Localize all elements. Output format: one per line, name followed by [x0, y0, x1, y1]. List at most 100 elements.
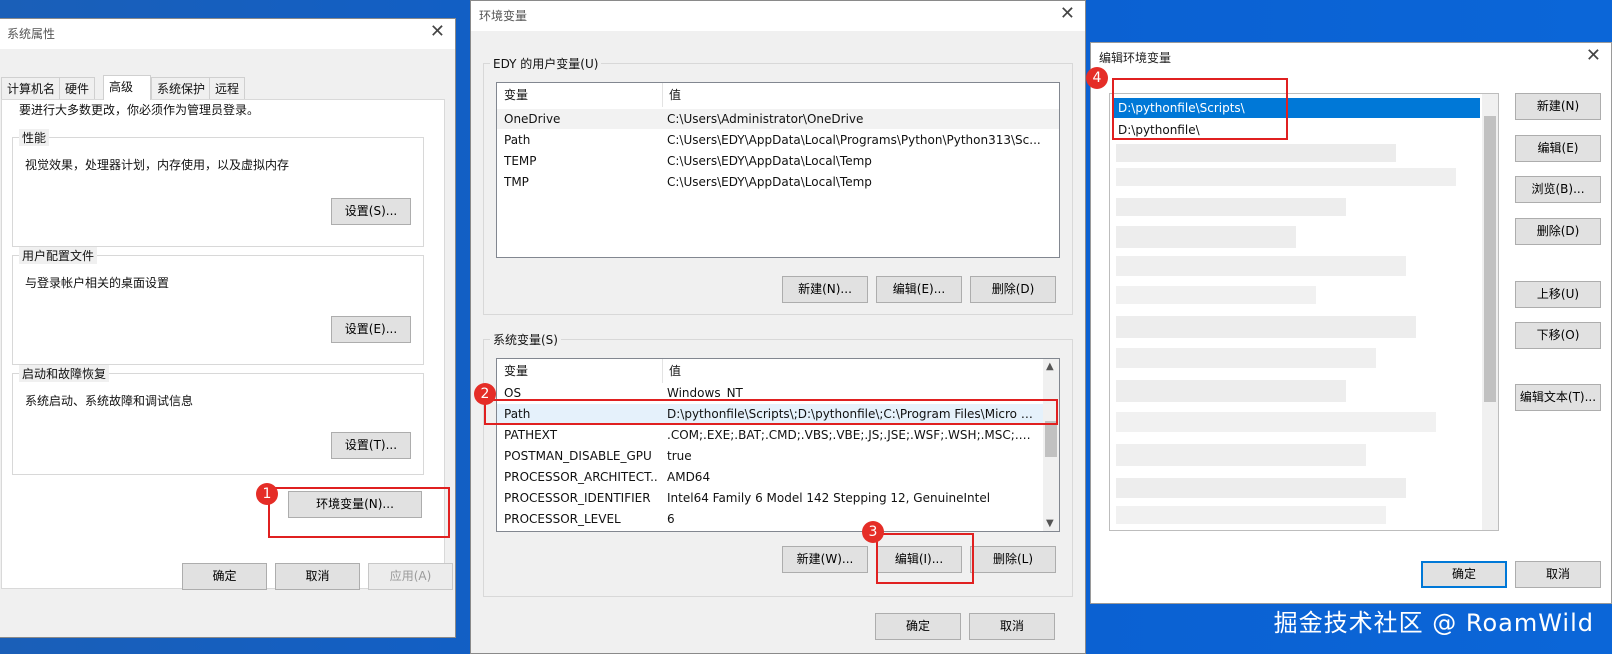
new-button[interactable]: 新建(N)	[1515, 93, 1601, 120]
annotation-badge-4: 4	[1086, 67, 1108, 89]
variable-value: C:\Users\EDY\AppData\Local\Temp	[667, 175, 872, 189]
cancel-button[interactable]: 取消	[1515, 561, 1601, 588]
list-item[interactable]: PATHEXT .COM;.EXE;.BAT;.CMD;.VBS;.VBE;.J…	[497, 425, 1043, 445]
user-variables-legend: EDY 的用户变量(U)	[490, 55, 602, 72]
user-profile-settings-button[interactable]: 设置(E)...	[331, 316, 411, 343]
title-bar: 编辑环境变量 ✕	[1091, 43, 1611, 73]
path-entries-list[interactable]: D:\pythonfile\Scripts\ D:\pythonfile\	[1109, 93, 1499, 531]
list-item[interactable]: OneDrive C:\Users\Administrator\OneDrive	[497, 109, 1059, 129]
performance-settings-button[interactable]: 设置(S)...	[331, 198, 411, 225]
column-header-variable[interactable]: 变量	[504, 83, 528, 107]
close-icon[interactable]: ✕	[1060, 3, 1075, 24]
tab-hardware[interactable]: 硬件	[59, 77, 96, 99]
variable-name: PROCESSOR_IDENTIFIER	[504, 491, 651, 505]
blurred-entry	[1116, 198, 1346, 216]
variable-name: TMP	[504, 175, 529, 189]
edit-button[interactable]: 编辑(E)	[1515, 135, 1601, 162]
delete-button[interactable]: 删除(D)	[1515, 218, 1601, 245]
title-bar: 环境变量 ✕	[471, 1, 1085, 31]
variable-name: OneDrive	[504, 112, 561, 126]
variable-name: PROCESSOR_LEVEL	[504, 512, 621, 526]
blurred-entry	[1116, 256, 1406, 276]
blurred-entry	[1116, 380, 1346, 402]
edit-text-button[interactable]: 编辑文本(T)...	[1515, 384, 1601, 411]
close-icon[interactable]: ✕	[430, 21, 445, 42]
blurred-entry	[1116, 286, 1316, 304]
vertical-scrollbar[interactable]	[1482, 94, 1498, 530]
system-variables-list[interactable]: 变量 值 OS Windows_NT Path D:\pythonfile\Sc…	[496, 358, 1060, 532]
apply-button[interactable]: 应用(A)	[368, 563, 453, 590]
column-header-variable[interactable]: 变量	[504, 359, 528, 383]
annotation-box-2	[484, 399, 1058, 425]
user-profile-description: 与登录帐户相关的桌面设置	[25, 276, 170, 290]
user-profile-legend: 用户配置文件	[19, 247, 98, 264]
ok-button[interactable]: 确定	[1421, 561, 1507, 588]
variable-name: PATHEXT	[504, 428, 558, 442]
title-bar: 系统属性 ✕	[0, 19, 455, 49]
system-delete-button[interactable]: 删除(L)	[970, 546, 1056, 573]
blurred-entry	[1116, 226, 1296, 248]
tab-advanced[interactable]: 高级	[103, 75, 151, 100]
performance-description: 视觉效果，处理器计划，内存使用，以及虚拟内存	[25, 158, 290, 172]
list-item[interactable]: POSTMAN_DISABLE_GPU true	[497, 446, 1043, 466]
column-header-value[interactable]: 值	[669, 359, 681, 383]
annotation-box-1	[268, 487, 450, 538]
list-item[interactable]: Path C:\Users\EDY\AppData\Local\Programs…	[497, 130, 1059, 150]
cancel-button[interactable]: 取消	[275, 563, 360, 590]
blurred-entry	[1116, 444, 1366, 466]
user-new-button[interactable]: 新建(N)...	[782, 276, 868, 303]
annotation-box-3	[876, 533, 974, 584]
column-separator	[662, 359, 663, 383]
scroll-thumb[interactable]	[1045, 421, 1057, 457]
close-icon[interactable]: ✕	[1586, 45, 1601, 66]
tab-computer-name[interactable]: 计算机名	[1, 77, 62, 99]
list-header: 变量 值	[497, 359, 1059, 383]
annotation-badge-2: 2	[474, 383, 496, 405]
variable-name: POSTMAN_DISABLE_GPU	[504, 449, 652, 463]
list-item[interactable]: PROCESSOR_IDENTIFIER Intel64 Family 6 Mo…	[497, 488, 1043, 508]
ok-button[interactable]: 确定	[182, 563, 267, 590]
admin-note: 要进行大多数更改，你必须作为管理员登录。	[19, 103, 260, 117]
scroll-down-icon[interactable]: ▼	[1046, 518, 1054, 529]
cancel-button[interactable]: 取消	[969, 613, 1055, 640]
blurred-entry	[1116, 144, 1396, 162]
system-new-button[interactable]: 新建(W)...	[782, 546, 868, 573]
blurred-entry	[1116, 168, 1456, 186]
list-item[interactable]: TMP C:\Users\EDY\AppData\Local\Temp	[497, 172, 1059, 192]
user-delete-button[interactable]: 删除(D)	[970, 276, 1056, 303]
ok-button[interactable]: 确定	[875, 613, 961, 640]
variable-value: C:\Users\Administrator\OneDrive	[667, 112, 864, 126]
column-header-value[interactable]: 值	[669, 83, 681, 107]
system-properties-window: 系统属性 ✕ 计算机名 硬件 高级 系统保护 远程 要进行大多数更改，你必须作为…	[0, 18, 456, 638]
user-edit-button[interactable]: 编辑(E)...	[876, 276, 962, 303]
blurred-entry	[1116, 412, 1436, 432]
list-item[interactable]: PROCESSOR_ARCHITECT... AMD64	[497, 467, 1043, 487]
window-title: 环境变量	[479, 9, 528, 23]
tab-remote[interactable]: 远程	[209, 77, 246, 99]
scroll-thumb[interactable]	[1484, 116, 1496, 402]
environment-variables-window: 环境变量 ✕ EDY 的用户变量(U) 变量 值 OneDrive C:\Use…	[470, 0, 1086, 654]
annotation-badge-1: 1	[256, 483, 278, 505]
system-variables-legend: 系统变量(S)	[490, 331, 561, 348]
list-item[interactable]: PROCESSOR_LEVEL 6	[497, 509, 1043, 529]
tab-system-protection[interactable]: 系统保护	[151, 77, 212, 99]
variable-value: true	[667, 449, 692, 463]
window-title: 系统属性	[7, 27, 56, 41]
blurred-entry	[1116, 506, 1386, 524]
variable-value: C:\Users\EDY\AppData\Local\Programs\Pyth…	[667, 133, 1041, 147]
blurred-entry	[1116, 348, 1376, 368]
move-down-button[interactable]: 下移(O)	[1515, 322, 1601, 349]
vertical-scrollbar[interactable]: ▲ ▼	[1043, 359, 1059, 531]
move-up-button[interactable]: 上移(U)	[1515, 281, 1601, 308]
startup-settings-button[interactable]: 设置(T)...	[331, 432, 411, 459]
scroll-up-icon[interactable]: ▲	[1046, 361, 1054, 372]
browse-button[interactable]: 浏览(B)...	[1515, 176, 1601, 203]
variable-value: 6	[667, 512, 675, 526]
user-variables-list[interactable]: 变量 值 OneDrive C:\Users\Administrator\One…	[496, 82, 1060, 258]
performance-group: 性能 视觉效果，处理器计划，内存使用，以及虚拟内存 设置(S)...	[12, 129, 424, 247]
watermark: 掘金技术社区 @ RoamWild	[1273, 609, 1594, 637]
blurred-entry	[1116, 316, 1416, 338]
variable-value: .COM;.EXE;.BAT;.CMD;.VBS;.VBE;.JS;.JSE;.…	[667, 428, 1037, 442]
window-title: 编辑环境变量	[1099, 51, 1172, 65]
list-item[interactable]: TEMP C:\Users\EDY\AppData\Local\Temp	[497, 151, 1059, 171]
